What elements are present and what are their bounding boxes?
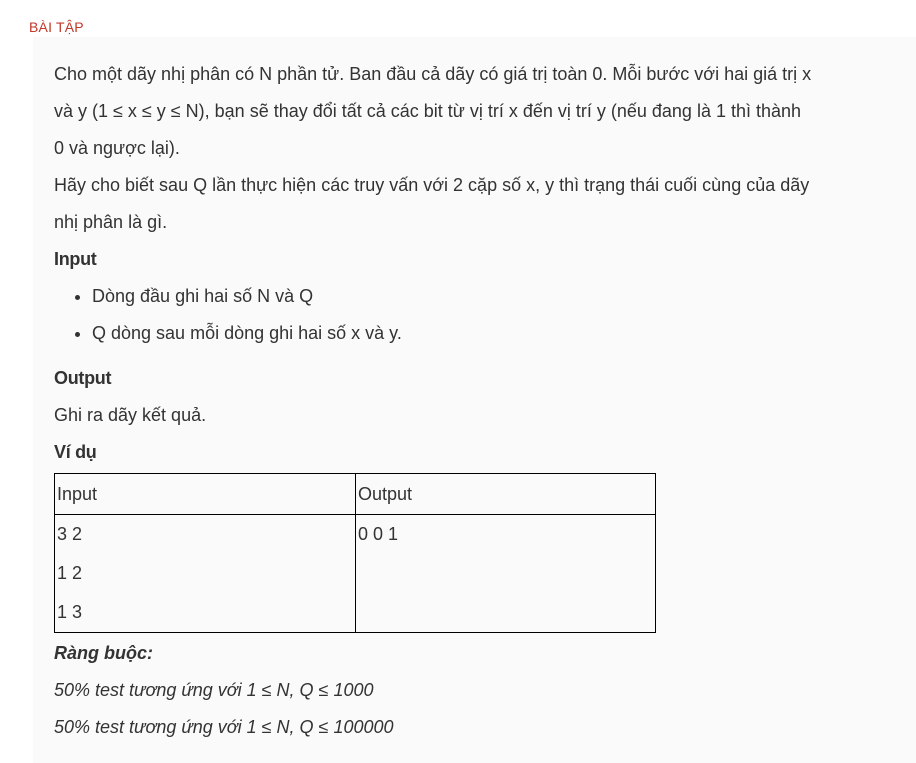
constraints-heading: Ràng buộc: — [54, 643, 153, 663]
output-heading: Output — [54, 368, 112, 388]
constraint-line-2: 50% test tương ứng với 1 ≤ N, Q ≤ 100000 — [54, 717, 394, 737]
output-text: Ghi ra dãy kết quả. — [54, 405, 207, 425]
example-input-cell: 3 2 1 2 1 3 — [54, 514, 356, 633]
table-header-row: Input Output — [54, 473, 656, 515]
intro-line-3: 0 và ngược lại). — [54, 138, 180, 158]
intro-line-4: Hãy cho biết sau Q lần thực hiện các tru… — [54, 175, 810, 195]
list-item: Dòng đầu ghi hai số N và Q — [92, 278, 904, 315]
example-input-line: 1 2 — [57, 563, 83, 583]
intro-line-1: Cho một dãy nhị phân có N phần tử. Ban đ… — [54, 64, 812, 84]
constraint-line-1: 50% test tương ứng với 1 ≤ N, Q ≤ 1000 — [54, 680, 374, 700]
example-input-line: 3 2 — [57, 524, 83, 544]
example-output-cell: 0 0 1 — [355, 514, 656, 633]
table-header-output: Output — [355, 473, 656, 515]
example-table: Input Output 3 2 1 2 1 3 0 0 1 — [54, 473, 656, 633]
example-input-line: 1 3 — [57, 602, 83, 622]
example-heading: Ví dụ — [54, 442, 97, 462]
input-list: Dòng đầu ghi hai số N và Q Q dòng sau mỗ… — [54, 278, 904, 352]
section-label: BÀI TẬP — [29, 19, 84, 35]
table-row: 3 2 1 2 1 3 0 0 1 — [54, 514, 656, 633]
table-header-input: Input — [54, 473, 356, 515]
intro-line-5: nhị phân là gì. — [54, 212, 168, 232]
intro-line-2: và y (1 ≤ x ≤ y ≤ N), bạn sẽ thay đổi tấ… — [54, 101, 802, 121]
problem-content: Cho một dãy nhị phân có N phần tử. Ban đ… — [54, 56, 904, 746]
example-output-line: 0 0 1 — [358, 524, 399, 544]
input-heading: Input — [54, 249, 97, 269]
list-item: Q dòng sau mỗi dòng ghi hai số x và y. — [92, 315, 904, 352]
